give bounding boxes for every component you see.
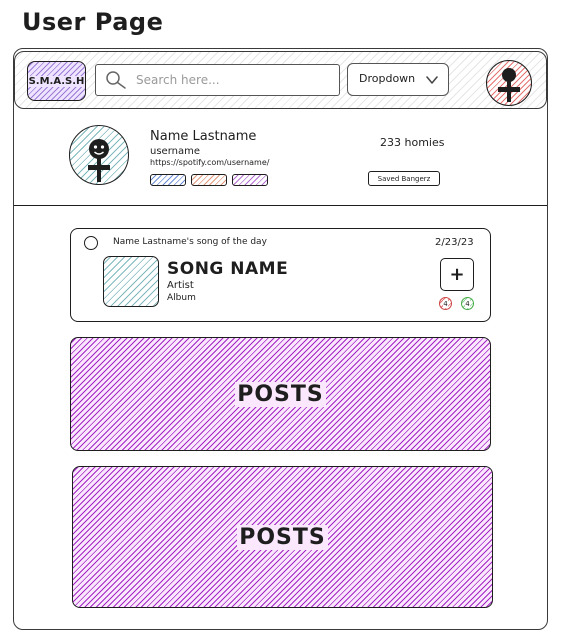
radio-button[interactable] [84,236,98,250]
song-of-day-card: Name Lastname's song of the day 2/23/23 … [70,228,491,322]
dropdown-select[interactable]: Dropdown [347,63,449,96]
search-bar[interactable] [95,64,340,96]
avatar-icon [88,139,110,182]
post-label: POSTS [237,524,328,550]
upvote-badge[interactable]: 4 [461,297,474,310]
song-of-day-header: Name Lastname's song of the day [113,237,267,247]
profile-spotify-link[interactable]: https://spotify.com/username/ [150,158,269,167]
profile-tag-1 [150,174,186,186]
downvote-badge[interactable]: 4 [439,297,452,310]
song-date: 2/23/23 [435,237,474,248]
logo-button[interactable]: S.M.A.S.H [27,61,86,101]
upvote-count: 4 [465,299,470,308]
song-artist: Artist [167,280,194,291]
homies-count[interactable]: 233 homies [380,136,444,149]
profile-name: Name Lastname [150,129,257,144]
song-name: SONG NAME [167,259,289,279]
post-label: POSTS [235,381,326,407]
downvote-count: 4 [443,299,448,308]
dropdown-label: Dropdown [359,72,416,85]
profile-tag-3 [232,174,268,186]
profile-picture [69,125,129,185]
album-art [103,256,159,307]
saved-bangerz-button[interactable]: Saved Bangerz [368,171,440,186]
user-avatar-button[interactable] [486,60,532,106]
search-icon [106,71,126,89]
search-input[interactable] [136,71,331,89]
song-album: Album [167,293,196,303]
post-card[interactable]: POSTS [72,466,493,608]
profile-tag-2 [191,174,227,186]
section-divider [14,205,547,206]
post-card[interactable]: POSTS [70,337,491,451]
profile-username: username [150,146,200,157]
chevron-down-icon [426,76,438,84]
page-title: User Page [22,8,164,36]
avatar-icon [498,68,520,102]
logo-text: S.M.A.S.H [27,75,86,87]
add-song-button[interactable]: + [440,258,474,291]
